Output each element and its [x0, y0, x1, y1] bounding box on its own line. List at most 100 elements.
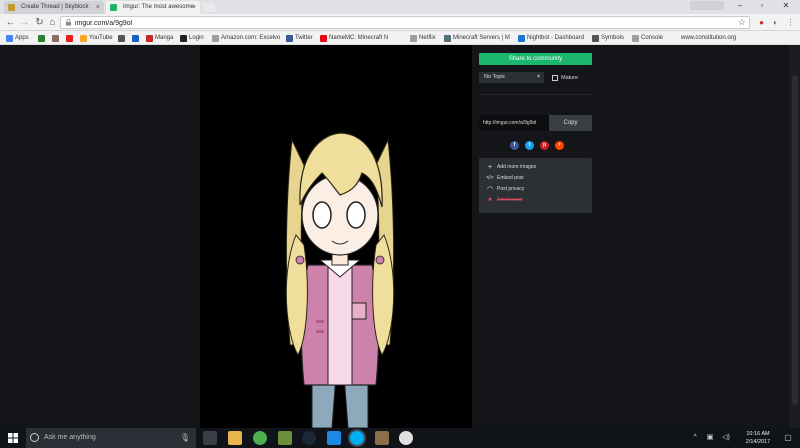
file-explorer-icon[interactable] [228, 431, 242, 445]
share-to-community-button[interactable]: Share to community [479, 53, 592, 65]
network-icon[interactable]: ▣ [704, 428, 716, 448]
chevron-down-icon: ▼ [536, 74, 541, 80]
show-hidden-icons[interactable]: ^ [690, 428, 700, 448]
bookmark-2[interactable] [38, 33, 47, 43]
bookmark-symbols[interactable]: Symbols [592, 33, 624, 43]
bookmark-minecraft-servers[interactable]: Minecraft Servers | M [444, 33, 510, 43]
post-image[interactable] [200, 45, 472, 428]
bookmark-6[interactable] [132, 33, 141, 43]
tab-skyblock[interactable]: Create Thread | Skyblock × [4, 1, 104, 14]
amazon-icon [212, 35, 219, 42]
namemc-icon [320, 35, 327, 42]
new-tab-button[interactable] [201, 3, 217, 12]
close-tab-icon[interactable]: × [96, 1, 100, 14]
minecraft-icon[interactable] [278, 431, 292, 445]
extension-icon[interactable]: ● [756, 17, 767, 28]
page-scrollbar[interactable] [790, 45, 800, 428]
imgur-page: Share to community No Topic ▼ Mature Cop… [0, 45, 800, 428]
youtube-icon [80, 35, 87, 42]
bookmark-amazon[interactable]: Amazon.com: Excelvo [212, 33, 280, 43]
tab-imgur[interactable]: Imgur: The most awesome × [106, 1, 200, 14]
close-tab-icon[interactable]: × [192, 1, 196, 14]
extension-icon-2[interactable]: ◐ [770, 17, 781, 28]
minimize-icon[interactable]: – [730, 0, 750, 12]
twitter-icon[interactable]: t [525, 141, 534, 150]
topic-selected: No Topic [484, 74, 506, 80]
embed-post-item[interactable]: </> Embed post [479, 173, 592, 184]
bookmark-4[interactable] [66, 33, 75, 43]
bookmark-favicon [132, 35, 139, 42]
mature-checkbox[interactable]: Mature [552, 73, 578, 83]
reddit-icon[interactable]: r [555, 141, 564, 150]
chrome-icon[interactable] [253, 431, 267, 445]
back-icon[interactable]: ← [4, 16, 17, 29]
anime-girl-illustration [285, 132, 395, 428]
volume-icon[interactable]: ◁) [720, 428, 732, 448]
symbols-icon [592, 35, 599, 42]
post-privacy-item[interactable]: ◠ Post privacy [479, 184, 592, 195]
console-icon [632, 35, 639, 42]
bookmark-namemc[interactable]: NameMC: Minecraft N [320, 33, 388, 43]
divider [479, 94, 592, 95]
cortana-search-box[interactable]: Ask me anything 🎙 [26, 428, 196, 448]
bookmark-constitution[interactable]: www.constitution.org [672, 33, 736, 43]
bookmark-manga[interactable]: Manga [146, 33, 173, 43]
bookmark-favicon [118, 35, 125, 42]
bookmark-console[interactable]: Console [632, 33, 663, 43]
delete-post-item[interactable]: ✖ Delete post [479, 195, 592, 206]
bookmark-apps[interactable]: Apps [6, 33, 29, 43]
app-icon[interactable] [327, 431, 341, 445]
checkbox-icon[interactable] [552, 75, 558, 81]
microphone-icon[interactable]: 🎙 [180, 428, 190, 448]
url-input[interactable] [75, 18, 715, 28]
page-info-icon[interactable] [65, 19, 72, 26]
maximize-icon[interactable]: ▫ [752, 0, 772, 12]
steam-icon[interactable] [302, 431, 316, 445]
bookmark-twitter[interactable]: Twitter [286, 33, 313, 43]
plus-icon: + [487, 164, 493, 171]
trash-icon: ✖ [487, 197, 493, 203]
post-link-field[interactable] [479, 115, 549, 131]
tab-strip: Create Thread | Skyblock × Imgur: The mo… [0, 0, 800, 14]
clock-date: 2/14/2017 [745, 439, 771, 445]
reload-icon[interactable]: ↻ [33, 16, 46, 29]
facebook-icon[interactable]: f [510, 141, 519, 150]
skype-icon[interactable] [350, 431, 364, 445]
bookmark-netflix[interactable]: Netflix [410, 33, 436, 43]
netflix-icon [410, 35, 417, 42]
bookmark-login[interactable]: Login [180, 33, 204, 43]
post-options-menu: + Add more images </> Embed post ◠ Post … [479, 158, 592, 213]
clock-time: 10:16 AM [746, 431, 770, 437]
page-icon [672, 35, 679, 42]
topic-select[interactable]: No Topic ▼ [479, 72, 544, 83]
tab-label: Create Thread | Skyblock [21, 4, 89, 10]
apps-grid-icon [6, 35, 13, 42]
system-clock[interactable]: 10:16 AM 2/14/2017 [738, 430, 778, 446]
eye-icon: ◠ [486, 186, 494, 193]
minecraft-launcher-icon[interactable] [375, 431, 389, 445]
close-window-icon[interactable]: ✕ [776, 0, 796, 12]
windows-taskbar: Ask me anything 🎙 ^ ▣ ◁) 10:16 AM 2/14/2… [0, 428, 800, 448]
bookmark-3[interactable] [52, 33, 61, 43]
chrome-menu-icon[interactable]: ⋮ [785, 17, 796, 28]
penguin-app-icon[interactable] [399, 431, 413, 445]
windows-start-icon[interactable] [0, 428, 26, 448]
home-icon[interactable]: ⌂ [46, 16, 59, 29]
forward-icon[interactable]: → [18, 16, 31, 29]
task-view-icon[interactable] [203, 431, 217, 445]
pinterest-icon[interactable]: p [540, 141, 549, 150]
mature-label: Mature [561, 75, 579, 81]
bookmark-youtube[interactable]: YouTube [80, 33, 113, 43]
profile-button[interactable] [690, 1, 724, 10]
scrollbar-thumb[interactable] [792, 75, 798, 405]
bookmark-5[interactable] [118, 33, 127, 43]
imgur-icon [110, 4, 117, 11]
bookmark-star-icon[interactable]: ☆ [738, 17, 746, 28]
omnibox[interactable]: ☆ [60, 16, 750, 29]
search-icon [30, 433, 39, 442]
action-center-icon[interactable]: ▢ [782, 432, 794, 444]
add-more-images-item[interactable]: + Add more images [479, 162, 592, 173]
copy-link-button[interactable]: Copy [549, 115, 592, 131]
bookmark-nightbot[interactable]: Nightbot - Dashboard [518, 33, 584, 43]
twitter-icon [286, 35, 293, 42]
